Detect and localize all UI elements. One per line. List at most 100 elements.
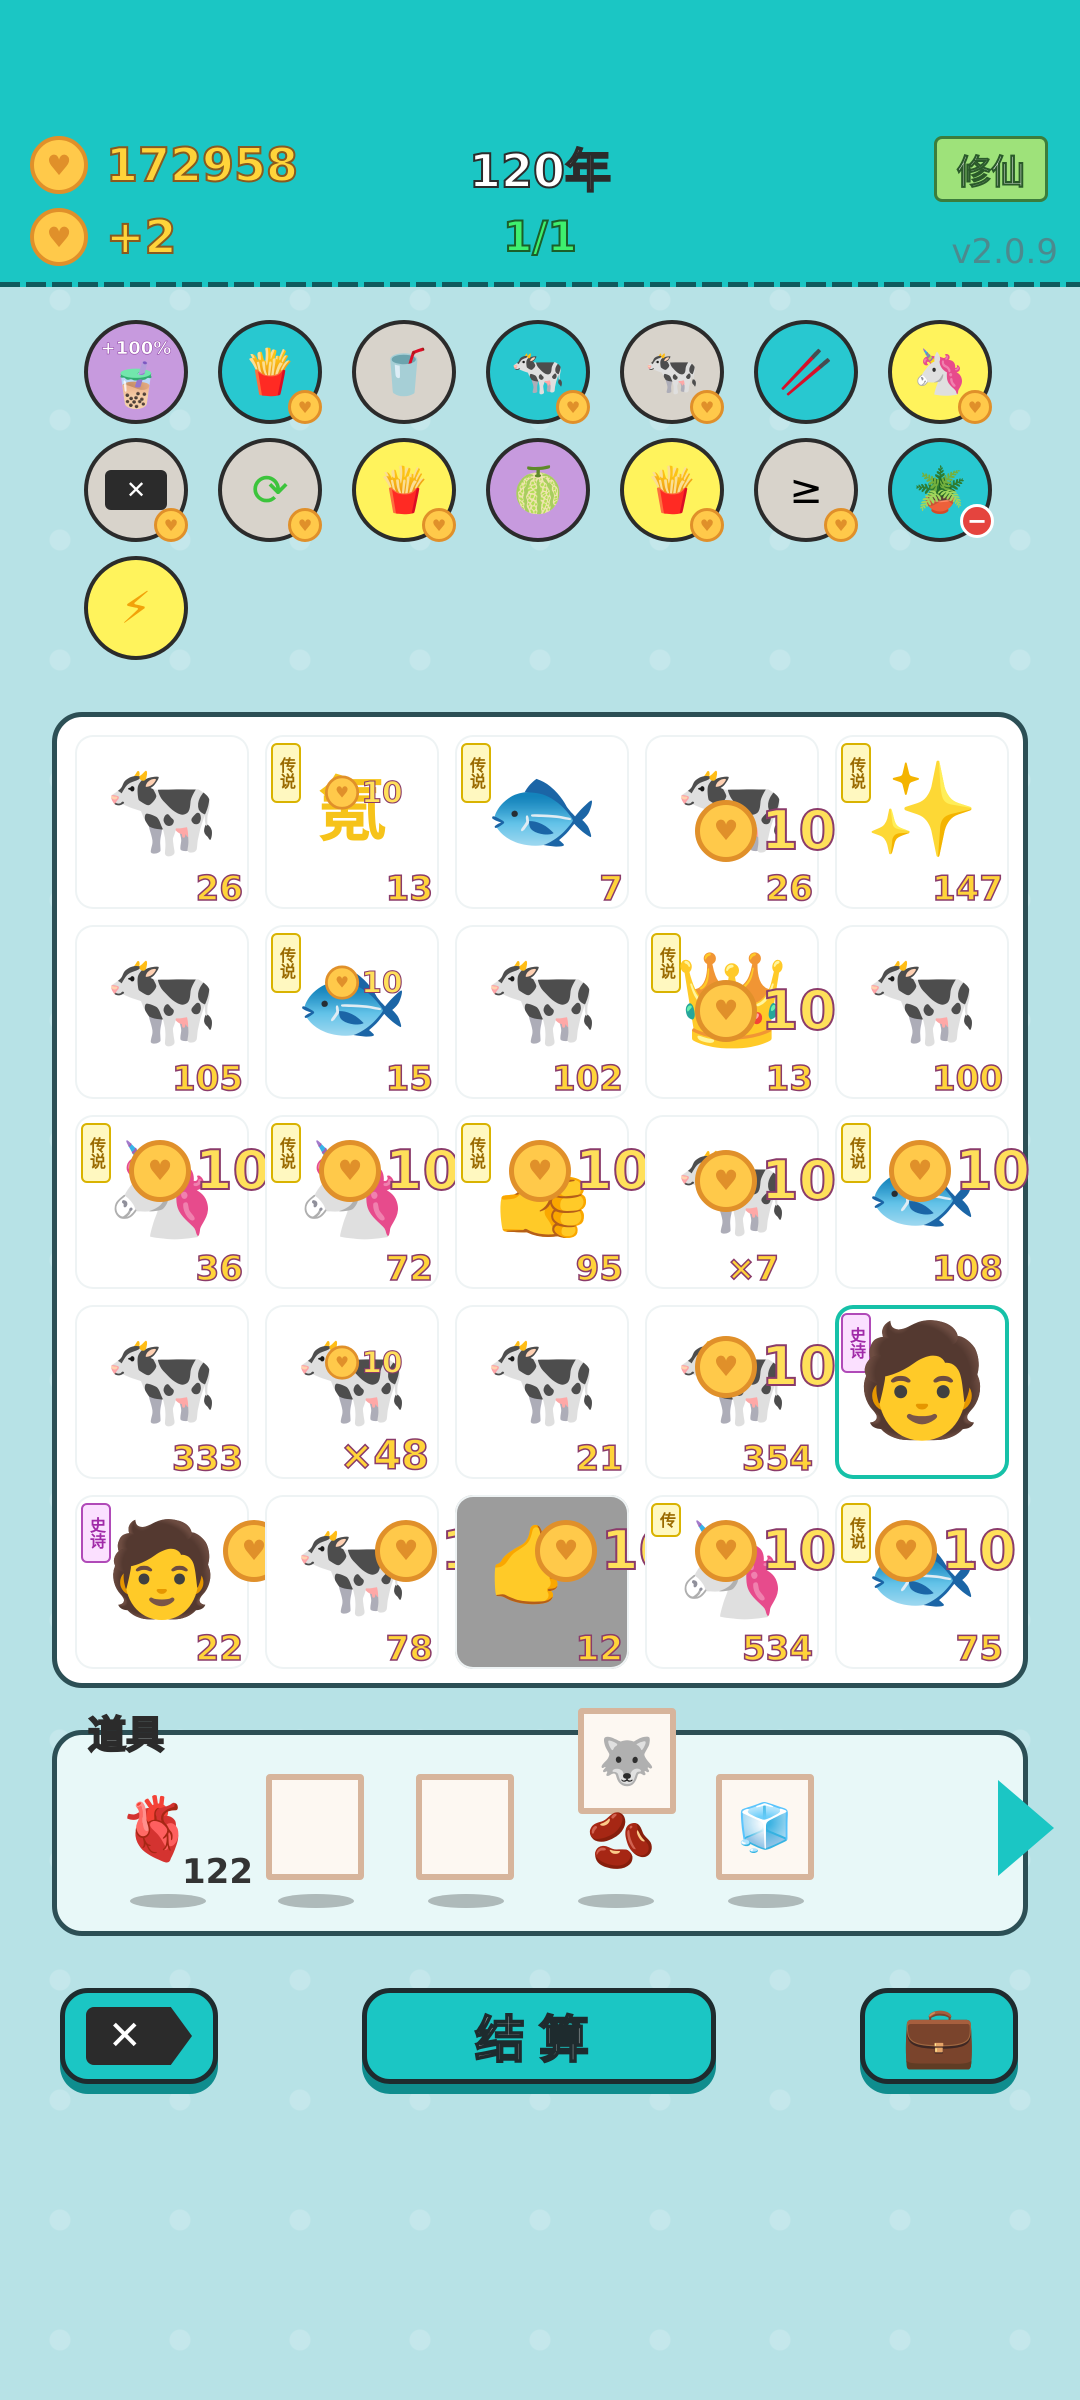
version-label: v2.0.9 (951, 232, 1058, 272)
bonus-coin: ♥10 (325, 774, 403, 810)
chopsticks-buff-icon[interactable]: 🥢 (754, 320, 858, 424)
cell-count: 147 (931, 868, 1003, 910)
board-cell[interactable]: 🐄 102 (455, 925, 629, 1100)
empty-frame-slot[interactable] (416, 1774, 514, 1880)
red-hat-boy-icon: 🧑 (853, 1316, 991, 1444)
koi-fish-icon: 🐟 (484, 756, 600, 863)
item-shadow (578, 1894, 654, 1908)
bonus-coin: ♥10 (129, 1138, 271, 1203)
board-cell[interactable]: 🐄 105 (75, 925, 249, 1100)
empty-frame-slot[interactable] (266, 1774, 364, 1880)
koi-fish-icon: 🐟 (294, 946, 410, 1053)
board-cell[interactable]: 传说 🐟 ♥ 10 15 (265, 925, 439, 1100)
board-cell[interactable]: 传说 👑 ♥10 13 (645, 925, 837, 1100)
board-cell[interactable]: 传说 ✨ 147 (835, 735, 1009, 910)
coin-icon: ♥ (695, 1519, 757, 1582)
board-cell[interactable]: 🐄 100 (835, 925, 1009, 1100)
item-shadow (278, 1894, 354, 1908)
coin-icon: ♥ (535, 1519, 597, 1582)
cell-count: 13 (765, 1058, 814, 1100)
red-bean-icon[interactable]: 🫘 (586, 1808, 656, 1874)
lightning-buff-icon[interactable]: ⚡ (84, 556, 188, 660)
cow-icon: 🐄 (104, 1326, 220, 1433)
cell-count: 7 (599, 868, 624, 910)
delete-tag-buff-icon[interactable]: ✕ ♥ (84, 438, 188, 542)
board-cell[interactable]: 🐄 ♥10 78 (265, 1495, 517, 1670)
board-cell-empty[interactable]: 👉 ♥10 12 (455, 1495, 677, 1670)
buff-percent: +100% (100, 338, 172, 360)
board-cell[interactable]: 🐄 26 (75, 735, 249, 910)
scroll-right-arrow-icon[interactable] (998, 1780, 1054, 1876)
golden-chopsticks-cow-icon: ✨ (864, 756, 980, 863)
cell-count: 21 (575, 1438, 624, 1480)
coin-icon: ♥ (325, 965, 360, 1000)
board-cell[interactable]: 🐄 ♥ 10 ×48 (265, 1305, 439, 1480)
board-cell[interactable]: 传说 🐟 ♥10 108 (835, 1115, 1031, 1290)
board-cell[interactable]: 🐄 ♥10 26 (645, 735, 837, 910)
cell-count: 36 (195, 1248, 244, 1290)
board-cell[interactable]: 🐄 21 (455, 1305, 629, 1480)
cell-count: 108 (931, 1248, 1003, 1290)
milk-tea-buff-icon[interactable]: 🥤 (352, 320, 456, 424)
board-cell[interactable]: 传说 🐟 ♥10 75 (835, 1495, 1017, 1670)
item-shadow (130, 1894, 206, 1908)
game-board: 🐄 26 传说 氪 ♥10 13 传说 🐟 7 🐄 ♥10 26 传说 ✨ 14… (52, 712, 1031, 1688)
cell-count: 72 (385, 1248, 434, 1290)
backpack-button[interactable]: 💼 (860, 1988, 1018, 2084)
bonus-coin: ♥10 (695, 1334, 837, 1399)
twin-cows-buff-icon[interactable]: 🐄 ♥ (486, 320, 590, 424)
fries-yellow-2-buff-icon[interactable]: 🍟 ♥ (620, 438, 724, 542)
cultivate-button[interactable]: 修仙 (934, 136, 1048, 202)
liver-item-count: 122 (182, 1852, 253, 1892)
settle-label: 结算 (474, 2010, 603, 2070)
bonus-coin: ♥10 (695, 1148, 837, 1213)
bonus-coin: ♥10 (319, 1138, 461, 1203)
cell-count: 13 (385, 868, 434, 910)
delete-button[interactable]: ✕ (60, 1988, 218, 2084)
board-cell[interactable]: 传说 🦄 ♥10 72 (265, 1115, 461, 1290)
cell-count: 105 (171, 1058, 243, 1100)
board-cell[interactable]: 传 🦄 ♥10 534 (645, 1495, 837, 1670)
fries-buff-icon[interactable]: 🍟 ♥ (218, 320, 322, 424)
cell-count: 354 (741, 1438, 813, 1480)
cow-icon: 🐄 (864, 946, 980, 1053)
board-cell[interactable]: 🐄 333 (75, 1305, 249, 1480)
items-title: 道具 (87, 1712, 165, 1758)
board-cell-selected[interactable]: 史诗 🧑 (835, 1305, 1009, 1479)
close-icon: ✕ (86, 2007, 192, 2065)
coin-icon: ♥ (889, 1139, 951, 1202)
fridge-frame-slot[interactable]: 🧊 (716, 1774, 814, 1880)
year-counter: 120年 (468, 143, 612, 199)
stage-progress: 1/1 (502, 211, 578, 262)
refresh-buff-icon[interactable]: ⟳ ♥ (218, 438, 322, 542)
character-icon: 氪 (317, 769, 387, 851)
boba-buff-icon[interactable]: +100% 🧋 (84, 320, 188, 424)
unicorn-buff-icon[interactable]: 🦄 ♥ (888, 320, 992, 424)
coin-icon: ♥ (509, 1139, 571, 1202)
board-cell[interactable]: 传说 🐟 7 (455, 735, 629, 910)
board-cell[interactable]: 传说 🦄 ♥10 36 (75, 1115, 271, 1290)
husky-frame-slot[interactable]: 🐺 (578, 1708, 676, 1814)
cell-count: 22 (195, 1628, 244, 1670)
twin-cows-gray-buff-icon[interactable]: 🐄 ♥ (620, 320, 724, 424)
grapefruit-buff-icon[interactable]: 🍈 (486, 438, 590, 542)
board-cell[interactable]: 🐄 ♥10 ×7 (645, 1115, 837, 1290)
bonus-coin: ♥10 (875, 1518, 1017, 1583)
coin-icon: ♥ (695, 799, 757, 862)
bonus-coin: ♥10 (889, 1138, 1031, 1203)
flower-pot-buff-icon[interactable]: 🪴 − (888, 438, 994, 542)
cell-count: 100 (931, 1058, 1003, 1100)
settle-button[interactable]: 结算 (362, 1988, 716, 2084)
cell-count: 102 (551, 1058, 623, 1100)
board-cell[interactable]: 🐄 ♥10 354 (645, 1305, 837, 1480)
board-cell[interactable]: 传说 氪 ♥ 10 13 (265, 735, 439, 910)
fries-yellow-buff-icon[interactable]: 🍟 ♥ (352, 438, 456, 542)
board-cell[interactable]: 史诗 🧑 ♥10 22 (75, 1495, 365, 1670)
skip-buff-icon[interactable]: ≥ ♥ (754, 438, 858, 542)
coin-icon: ♥ (695, 1149, 757, 1212)
cow-icon: 🐄 (484, 946, 600, 1053)
cell-count: 78 (385, 1628, 434, 1670)
board-cell[interactable]: 传说 👍 ♥10 95 (455, 1115, 651, 1290)
bonus-coin: ♥10 (509, 1138, 651, 1203)
coin-icon: ♥ (319, 1139, 381, 1202)
